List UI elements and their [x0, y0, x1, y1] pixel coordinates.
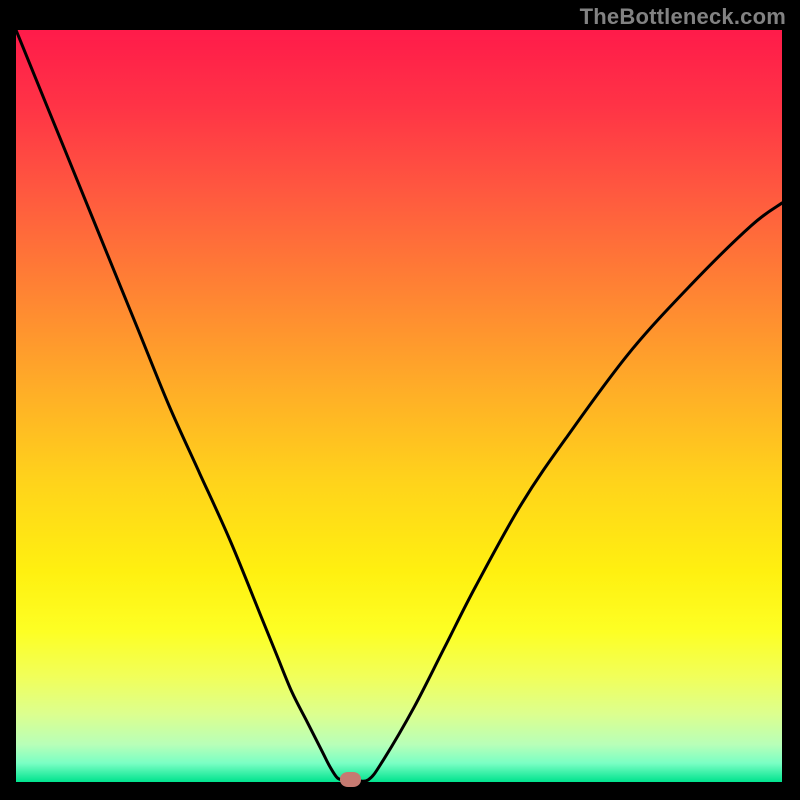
gradient-background [16, 30, 782, 782]
optimum-marker [340, 772, 361, 787]
bottleneck-chart [16, 30, 782, 782]
plot-frame [16, 30, 782, 782]
watermark-label: TheBottleneck.com [580, 4, 786, 30]
